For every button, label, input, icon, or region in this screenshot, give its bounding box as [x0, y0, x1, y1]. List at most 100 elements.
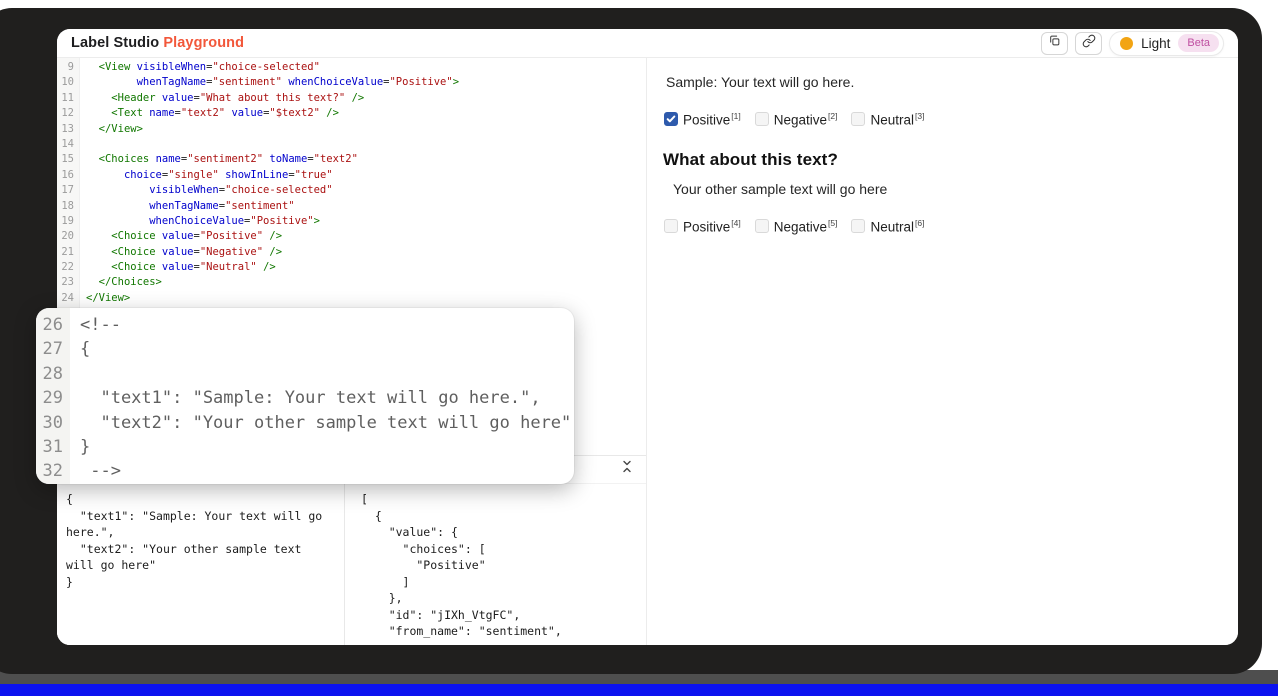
line-number: 24 — [57, 291, 80, 306]
output-json-panel[interactable]: [ { "value": { "choices": [ "Positive" ]… — [345, 484, 646, 645]
panel-collapse-button[interactable] — [620, 461, 634, 477]
magnifier-code-line: 28 — [36, 362, 574, 386]
hotkey-badge: [5] — [828, 218, 837, 228]
line-number: 16 — [57, 168, 80, 183]
line-number: 26 — [36, 313, 70, 337]
choice-label: Negative[2] — [774, 111, 838, 128]
preview-pane: Sample: Your text will go here. Positive… — [646, 58, 1238, 645]
magnifier-code-line: 27{ — [36, 337, 574, 361]
choice-negative[interactable]: Negative[2] — [755, 111, 838, 128]
code-text — [80, 137, 86, 152]
line-number: 30 — [36, 411, 70, 435]
code-line: 18 whenTagName="sentiment" — [57, 199, 646, 214]
line-number: 17 — [57, 183, 80, 198]
code-line: 24</View> — [57, 291, 646, 306]
hotkey-badge: [6] — [915, 218, 924, 228]
code-text: <Choices name="sentiment2" toName="text2… — [80, 152, 358, 167]
comment-text: } — [70, 435, 90, 459]
page-title-primary: Label Studio — [71, 35, 159, 51]
code-line: 17 visibleWhen="choice-selected" — [57, 183, 646, 198]
code-text: </Choices> — [80, 275, 162, 290]
code-text: visibleWhen="choice-selected" — [80, 183, 333, 198]
checkbox-unchecked[interactable] — [851, 219, 865, 233]
comment-text — [70, 362, 80, 386]
code-text: whenTagName="sentiment" — [80, 199, 295, 214]
code-text: <Choice value="Negative" /> — [80, 245, 282, 260]
code-text: <Choice value="Neutral" /> — [80, 260, 276, 275]
taskbar-blue-bar — [0, 684, 1278, 696]
code-line: 21 <Choice value="Negative" /> — [57, 245, 646, 260]
preview-text-1: Sample: Your text will go here. — [666, 74, 1222, 90]
code-line: 9 <View visibleWhen="choice-selected" — [57, 60, 646, 75]
line-number: 28 — [36, 362, 70, 386]
preview-section-header: What about this text? — [663, 150, 1222, 170]
checkbox-unchecked[interactable] — [755, 112, 769, 126]
input-json-panel[interactable]: { "text1": "Sample: Your text will go he… — [57, 484, 345, 645]
choice-neutral[interactable]: Neutral[3] — [851, 111, 924, 128]
line-number: 29 — [36, 386, 70, 410]
comment-text: "text2": "Your other sample text will go… — [70, 411, 571, 435]
magnifier-code-line: 32 --> — [36, 459, 574, 483]
checkbox-checked[interactable] — [664, 112, 678, 126]
code-text: whenTagName="sentiment" whenChoiceValue=… — [80, 75, 459, 90]
line-number: 15 — [57, 152, 80, 167]
choice-label: Neutral[3] — [870, 111, 924, 128]
comment-text: --> — [70, 459, 121, 483]
choice-row-1: Positive[1] Negative[2] Neutral[3] — [664, 111, 1222, 128]
line-number: 32 — [36, 459, 70, 483]
line-number: 9 — [57, 60, 80, 75]
code-text: </View> — [80, 122, 143, 137]
page-title-accent: Playground — [163, 35, 244, 51]
theme-label: Light — [1141, 36, 1170, 51]
magnifier-code-line: 29 "text1": "Sample: Your text will go h… — [36, 386, 574, 410]
magnifier-code-line: 30 "text2": "Your other sample text will… — [36, 411, 574, 435]
choice-positive[interactable]: Positive[4] — [664, 218, 741, 235]
line-number: 20 — [57, 229, 80, 244]
zoom-magnifier-overlay: 26<!--27{2829 "text1": "Sample: Your tex… — [36, 308, 574, 484]
code-line: 12 <Text name="text2" value="$text2" /> — [57, 106, 646, 121]
code-line: 15 <Choices name="sentiment2" toName="te… — [57, 152, 646, 167]
check-icon — [666, 114, 676, 124]
beta-badge: Beta — [1178, 34, 1219, 52]
checkbox-unchecked[interactable] — [755, 219, 769, 233]
comment-text: <!-- — [70, 313, 121, 337]
theme-toggle[interactable]: Light Beta — [1109, 31, 1224, 56]
input-json-text: { "text1": "Sample: Your text will go he… — [66, 491, 336, 590]
code-line: 16 choice="single" showInLine="true" — [57, 168, 646, 183]
line-number: 27 — [36, 337, 70, 361]
line-number: 10 — [57, 75, 80, 90]
copy-config-button[interactable] — [1041, 32, 1068, 55]
line-number: 21 — [57, 245, 80, 260]
choice-negative[interactable]: Negative[5] — [755, 218, 838, 235]
code-line: 23 </Choices> — [57, 275, 646, 290]
checkbox-unchecked[interactable] — [664, 219, 678, 233]
preview-text-2: Your other sample text will go here — [673, 181, 1222, 197]
comment-text: { — [70, 337, 90, 361]
choice-positive[interactable]: Positive[1] — [664, 111, 741, 128]
output-json-text: [ { "value": { "choices": [ "Positive" ]… — [361, 491, 638, 640]
share-link-button[interactable] — [1075, 32, 1102, 55]
copy-icon — [1048, 34, 1061, 52]
line-number: 13 — [57, 122, 80, 137]
line-number: 14 — [57, 137, 80, 152]
code-lines: 9 <View visibleWhen="choice-selected"10 … — [57, 58, 646, 306]
choice-neutral[interactable]: Neutral[6] — [851, 218, 924, 235]
choice-label: Positive[1] — [683, 111, 741, 128]
checkbox-unchecked[interactable] — [851, 112, 865, 126]
code-line: 13 </View> — [57, 122, 646, 137]
code-text: choice="single" showInLine="true" — [80, 168, 333, 183]
choice-label: Positive[4] — [683, 218, 741, 235]
header-actions: Light Beta — [1041, 31, 1224, 56]
magnifier-lines: 26<!--27{2829 "text1": "Sample: Your tex… — [36, 308, 574, 484]
code-line: 20 <Choice value="Positive" /> — [57, 229, 646, 244]
line-number: 12 — [57, 106, 80, 121]
code-text: whenChoiceValue="Positive"> — [80, 214, 320, 229]
code-text: <Choice value="Positive" /> — [80, 229, 282, 244]
hotkey-badge: [4] — [731, 218, 740, 228]
line-number: 19 — [57, 214, 80, 229]
code-line: 19 whenChoiceValue="Positive"> — [57, 214, 646, 229]
code-text: </View> — [80, 291, 130, 306]
page-background: { "header": { "title": "Label Studio", "… — [0, 0, 1278, 696]
json-panels: { "text1": "Sample: Your text will go he… — [57, 484, 646, 645]
choice-label: Neutral[6] — [870, 218, 924, 235]
